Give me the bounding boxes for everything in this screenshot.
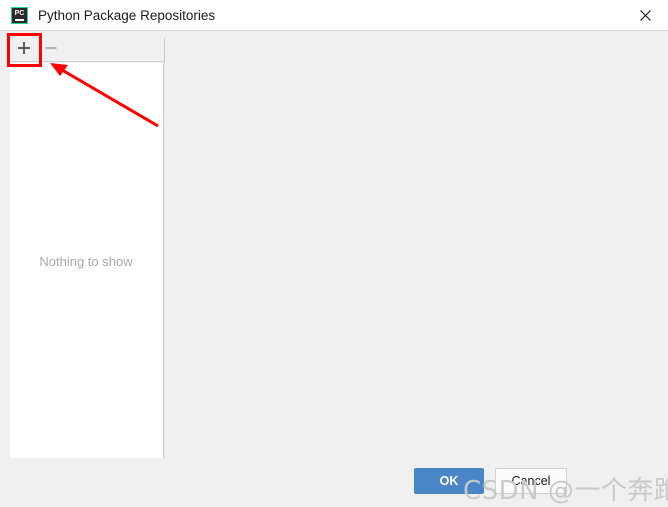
repository-list-panel[interactable]: Nothing to show [10,63,164,458]
pycharm-icon-label: PC [14,10,25,18]
csdn-watermark: CSDN @一个奔跑的C [463,476,668,506]
title-bar: PC Python Package Repositories [0,0,668,31]
close-button[interactable] [622,0,668,30]
repository-list-toolbar [10,34,164,62]
close-icon [639,9,651,21]
toolbar-divider [164,38,165,63]
pycharm-icon-underbar [15,18,24,21]
minus-icon [45,46,57,49]
window-title: Python Package Repositories [38,8,216,23]
add-repository-button[interactable] [11,34,37,61]
empty-list-message: Nothing to show [39,254,133,269]
remove-repository-button[interactable] [38,34,64,61]
pycharm-icon: PC [11,7,28,24]
plus-icon [18,41,30,54]
